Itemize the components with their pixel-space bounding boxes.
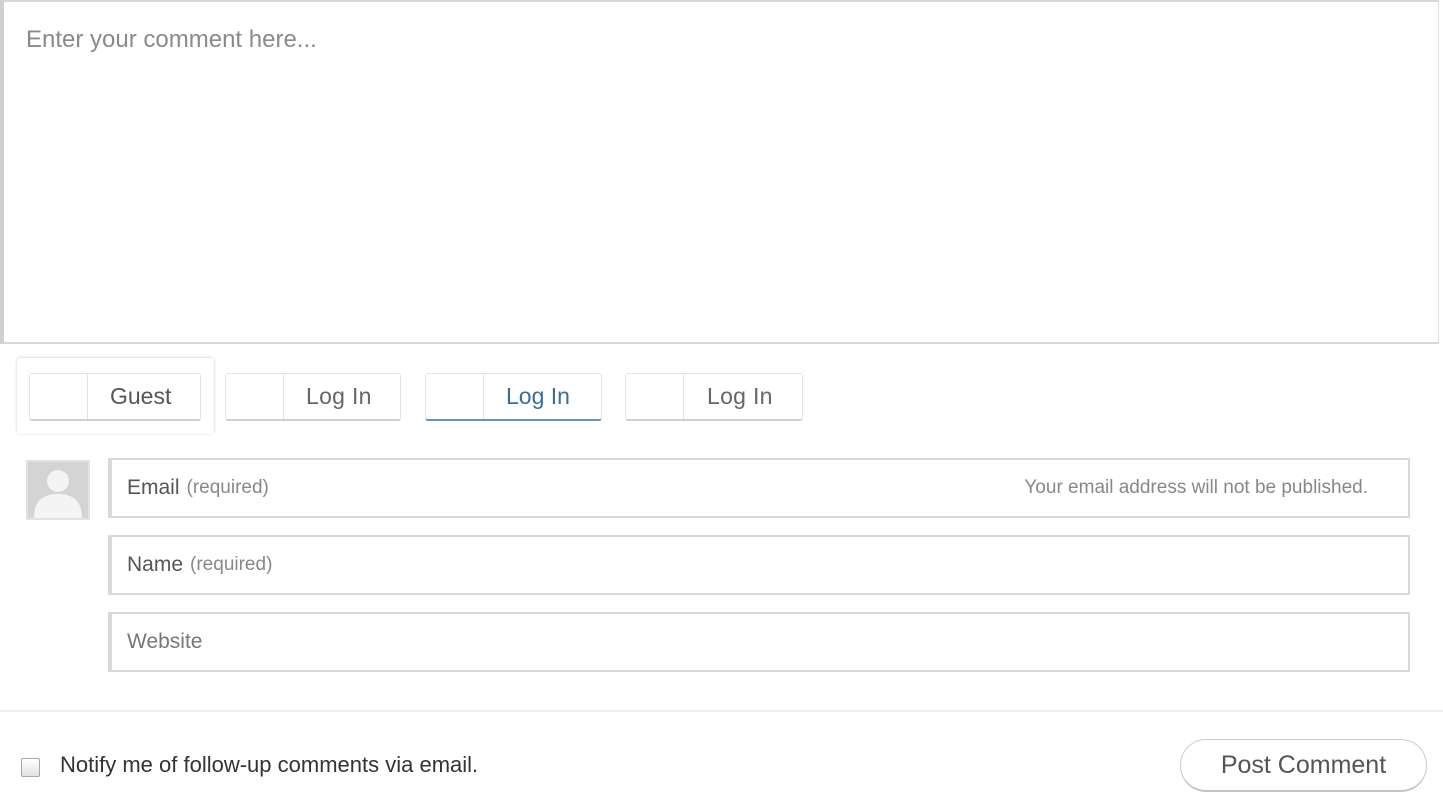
form-divider: [0, 710, 1443, 712]
comment-textarea[interactable]: [4, 2, 1438, 342]
facebook-icon: [626, 374, 684, 419]
name-required-hint: (required): [190, 554, 273, 575]
comment-box: [0, 0, 1439, 344]
default-avatar-icon: [28, 462, 88, 518]
email-required-hint: (required): [186, 477, 269, 498]
name-field[interactable]: Name (required): [108, 535, 1410, 595]
tab-login-label: Log In: [506, 383, 570, 409]
email-label-text: Email: [127, 476, 180, 499]
tab-login-wordpress[interactable]: Log In: [225, 373, 401, 421]
email-privacy-note: Your email address will not be published…: [1024, 477, 1368, 498]
email-field-label: Email (required): [127, 460, 269, 516]
twitter-icon: [426, 374, 484, 419]
website-field-label: Website: [127, 630, 203, 653]
avatar: [26, 460, 90, 520]
tab-login-twitter[interactable]: Log In: [425, 373, 602, 421]
identity-tabs: Guest Log In Log In Log In: [0, 344, 1443, 434]
tab-guest-label: Guest: [110, 383, 172, 409]
notify-option[interactable]: Notify me of follow-up comments via emai…: [21, 750, 478, 780]
website-field[interactable]: Website: [108, 612, 1410, 672]
tab-login-facebook[interactable]: Log In: [625, 373, 803, 421]
guest-icon: [30, 374, 88, 419]
tab-login-label: Log In: [306, 383, 372, 409]
email-field[interactable]: Email (required) Your email address will…: [108, 458, 1410, 518]
tab-guest[interactable]: Guest: [29, 373, 201, 421]
notify-label: Notify me of follow-up comments via emai…: [60, 752, 479, 777]
notify-checkbox[interactable]: [21, 758, 40, 777]
wordpress-icon: [226, 374, 284, 419]
name-label-text: Name: [127, 553, 184, 576]
tab-login-label: Log In: [707, 383, 773, 409]
name-field-label: Name (required): [127, 537, 272, 593]
post-comment-button[interactable]: Post Comment: [1180, 739, 1427, 792]
